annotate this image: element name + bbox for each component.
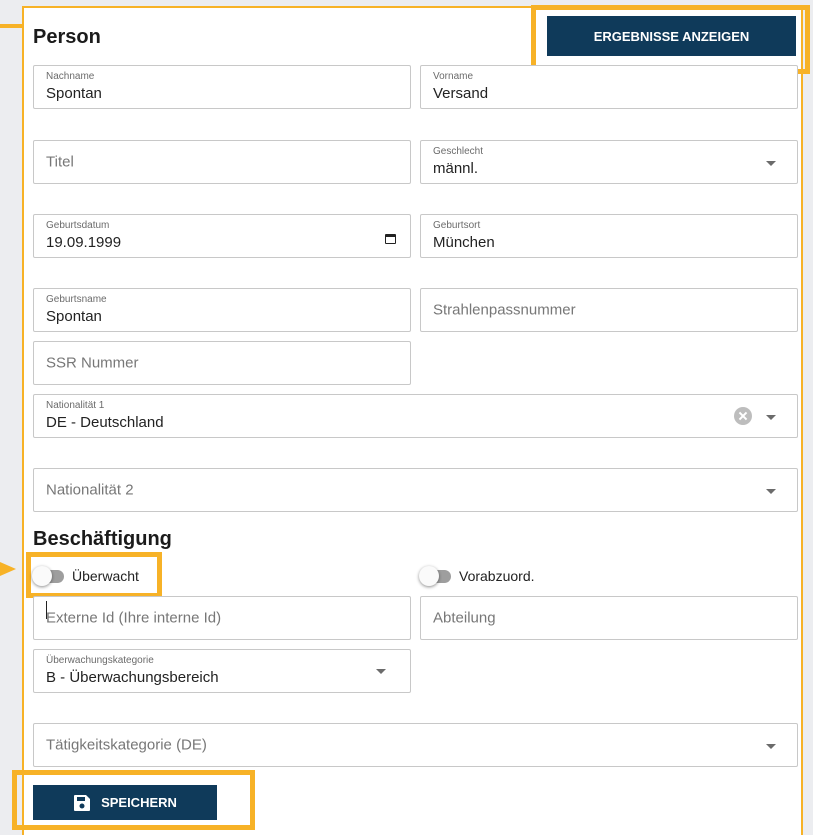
geburtsname-value: Spontan: [46, 308, 102, 325]
vorname-field[interactable]: Vorname Versand: [420, 65, 798, 109]
preassign-toggle-knob[interactable]: [419, 565, 439, 586]
titel-placeholder: Titel: [46, 153, 74, 171]
monitored-toggle[interactable]: Überwacht: [32, 565, 139, 586]
taetigkeit-placeholder: Tätigkeitskategorie (DE): [46, 736, 207, 754]
geschlecht-select[interactable]: Geschlecht männl.: [420, 140, 798, 184]
clear-icon[interactable]: [734, 407, 752, 425]
calendar-icon[interactable]: [385, 234, 396, 244]
chevron-down-icon[interactable]: [766, 415, 776, 420]
geburtsname-field[interactable]: Geburtsname Spontan: [33, 288, 411, 332]
geschlecht-label: Geschlecht: [433, 146, 484, 157]
geburtsdatum-field[interactable]: Geburtsdatum 19.09.1999: [33, 214, 411, 258]
kategorie-label: Überwachungskategorie: [46, 655, 154, 666]
save-button-label: SPEICHERN: [101, 795, 177, 810]
kategorie-select[interactable]: Überwachungskategorie B - Überwachungsbe…: [33, 649, 411, 693]
nachname-field[interactable]: Nachname Spontan: [33, 65, 411, 109]
nationalitaet2-placeholder: Nationalität 2: [46, 481, 134, 499]
preassign-toggle-label: Vorabzuord.: [459, 568, 535, 584]
preassign-toggle-track[interactable]: [419, 565, 451, 586]
nationalitaet2-select[interactable]: Nationalität 2: [33, 468, 798, 512]
chevron-down-icon[interactable]: [766, 161, 776, 166]
abteilung-field[interactable]: Abteilung: [420, 596, 798, 640]
geburtsname-label: Geburtsname: [46, 294, 107, 305]
monitored-toggle-label: Überwacht: [72, 568, 139, 584]
external-id-placeholder: Externe Id (Ihre interne Id): [46, 609, 222, 627]
nationalitaet1-select[interactable]: Nationalität 1 DE - Deutschland: [33, 394, 798, 438]
person-heading: Person: [33, 26, 101, 48]
abteilung-placeholder: Abteilung: [433, 609, 496, 627]
nationalitaet1-value: DE - Deutschland: [46, 414, 164, 431]
nationalitaet1-label: Nationalität 1: [46, 400, 105, 411]
kategorie-value: B - Überwachungsbereich: [46, 669, 219, 686]
vorname-value: Versand: [433, 85, 489, 102]
geburtsort-field[interactable]: Geburtsort München: [420, 214, 798, 258]
chevron-down-icon[interactable]: [766, 489, 776, 494]
nachname-label: Nachname: [46, 71, 95, 82]
external-id-field[interactable]: Externe Id (Ihre interne Id): [33, 596, 411, 640]
titel-field[interactable]: Titel: [33, 140, 411, 184]
geburtsdatum-label: Geburtsdatum: [46, 220, 110, 231]
ssr-placeholder: SSR Nummer: [46, 354, 139, 372]
taetigkeit-select[interactable]: Tätigkeitskategorie (DE): [33, 723, 798, 767]
geburtsort-value: München: [433, 234, 495, 251]
vorname-label: Vorname: [433, 71, 474, 82]
monitored-toggle-track[interactable]: [32, 565, 64, 586]
floppy-disk-icon: [74, 794, 91, 811]
show-results-button[interactable]: ERGEBNISSE ANZEIGEN: [547, 16, 796, 56]
strahlenpass-field[interactable]: Strahlenpassnummer: [420, 288, 798, 332]
save-button[interactable]: SPEICHERN: [33, 785, 217, 820]
geburtsdatum-value: 19.09.1999: [46, 234, 122, 251]
ssr-field[interactable]: SSR Nummer: [33, 341, 411, 385]
nachname-value: Spontan: [46, 85, 102, 102]
geschlecht-value: männl.: [433, 160, 479, 177]
text-cursor: [46, 601, 47, 619]
chevron-down-icon[interactable]: [376, 669, 386, 674]
geburtsort-label: Geburtsort: [433, 220, 481, 231]
employment-heading: Beschäftigung: [33, 528, 172, 550]
monitored-toggle-knob[interactable]: [32, 565, 52, 586]
annotation-arrow-left-head: [0, 562, 16, 576]
preassign-toggle[interactable]: Vorabzuord.: [419, 565, 535, 586]
strahlenpass-placeholder: Strahlenpassnummer: [433, 301, 576, 319]
chevron-down-icon[interactable]: [766, 744, 776, 749]
